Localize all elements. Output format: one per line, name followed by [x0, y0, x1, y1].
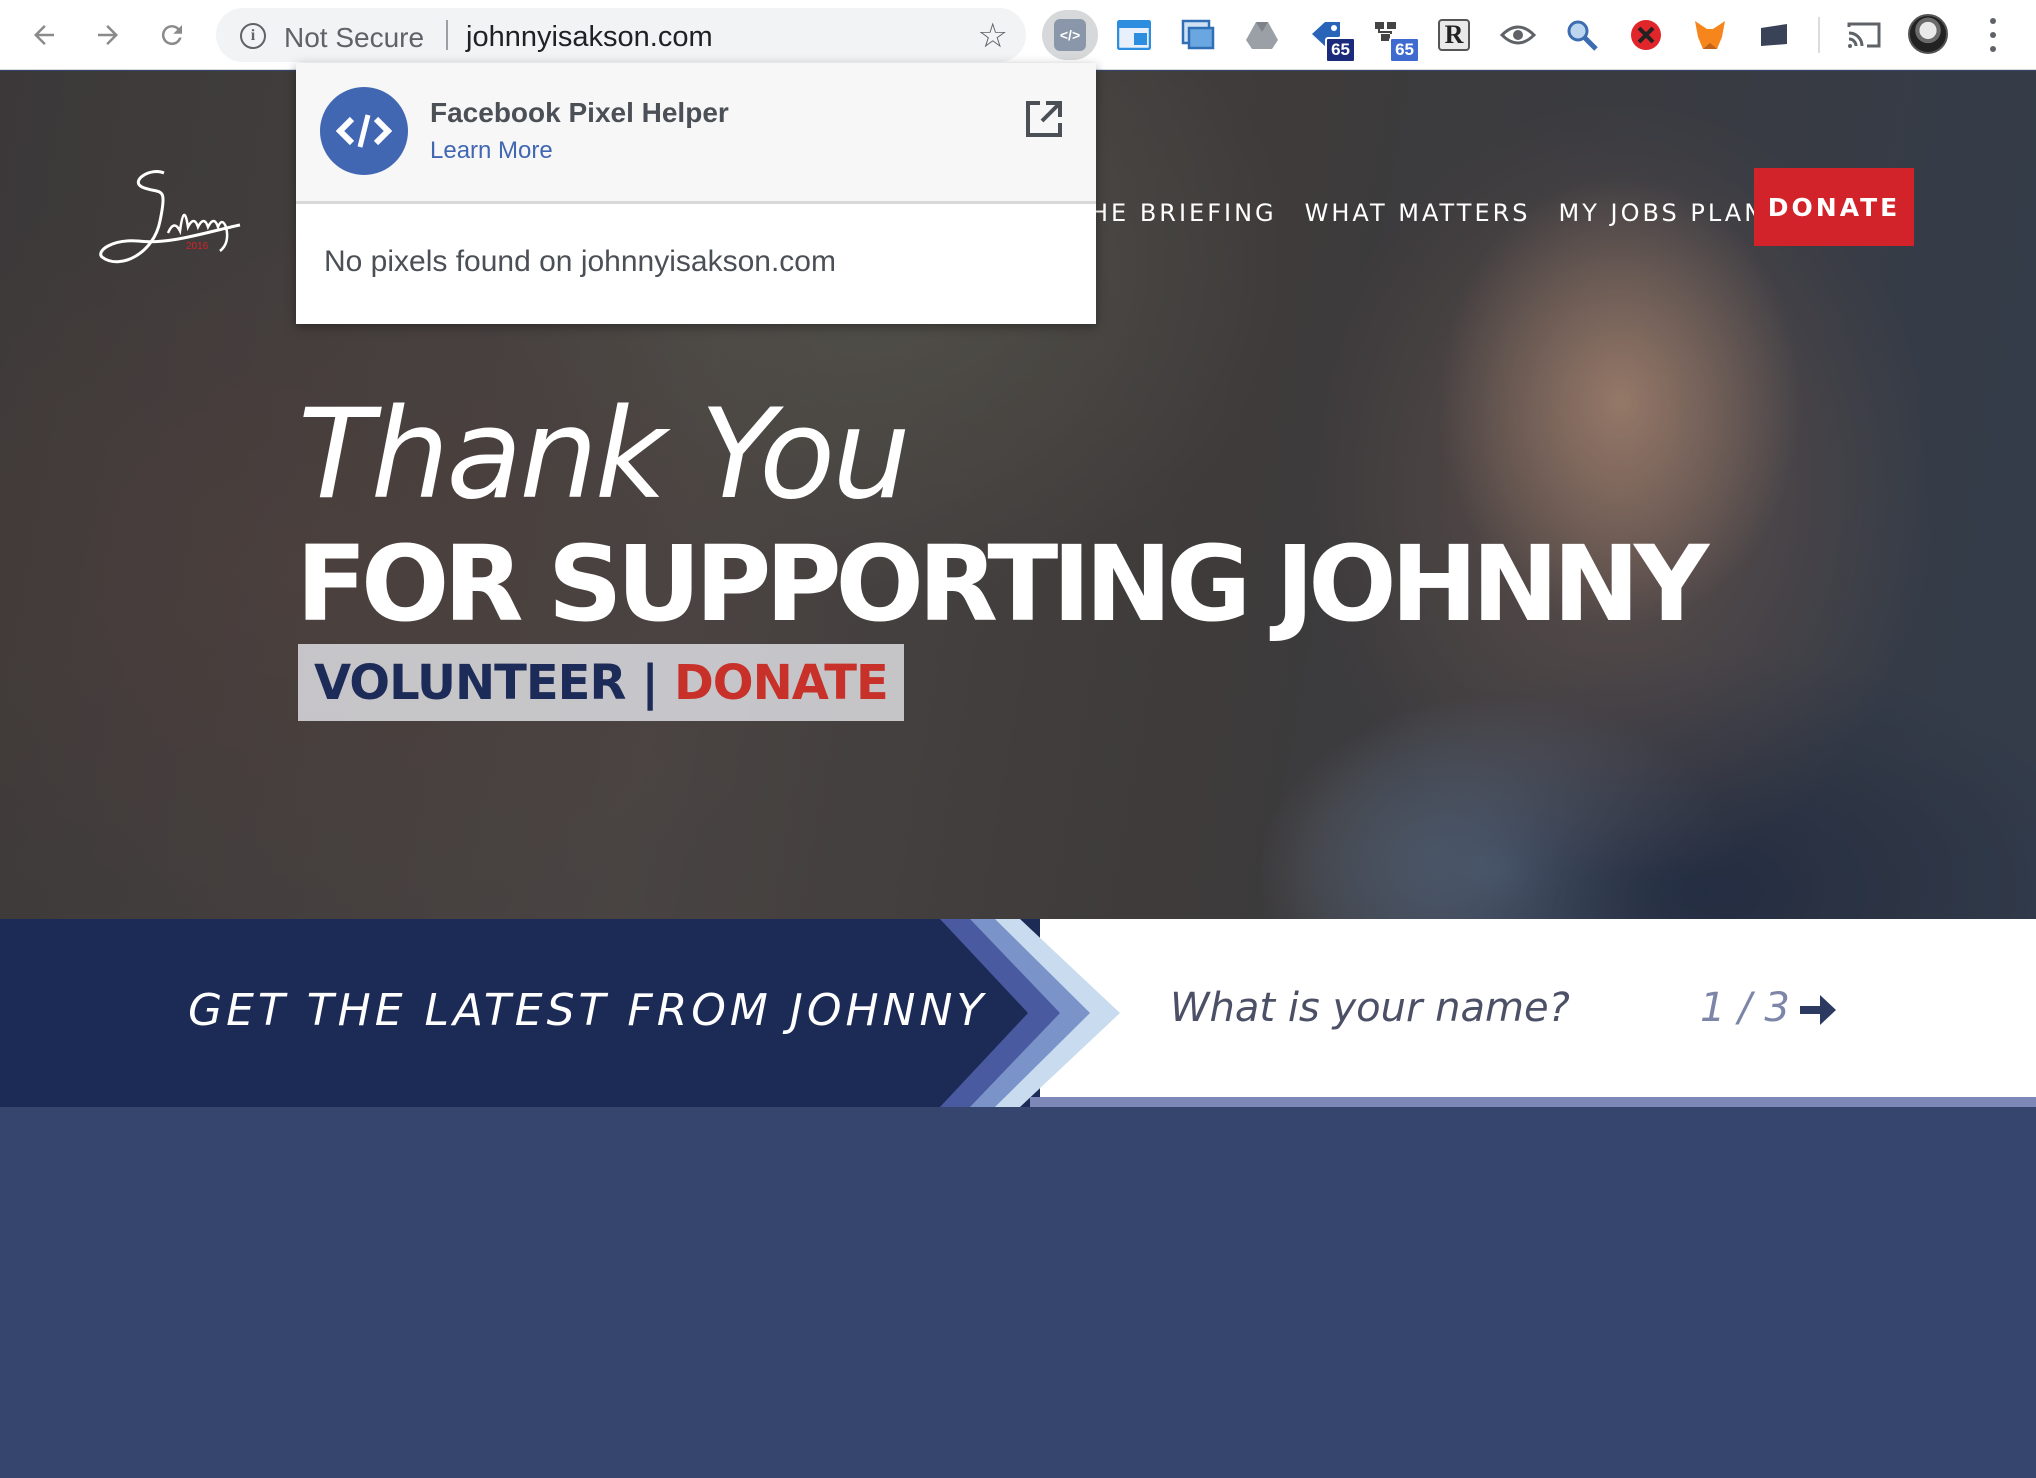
site-navigation: HE BRIEFING WHAT MATTERS MY JOBS PLAN: [1090, 199, 1765, 227]
bookmark-star-icon[interactable]: ☆: [978, 16, 1008, 56]
signup-title: GET THE LATEST FROM JOHNNY: [188, 985, 988, 1036]
back-button[interactable]: [24, 15, 64, 55]
drive-icon[interactable]: [1242, 15, 1282, 55]
lower-section: [0, 1107, 2036, 1478]
back-arrow-icon: [34, 25, 54, 45]
sitemap-icon[interactable]: 65: [1370, 15, 1420, 63]
blocker-icon[interactable]: [1626, 15, 1666, 55]
cta-separator: |: [641, 654, 659, 711]
popup-header: Facebook Pixel Helper Learn More: [296, 63, 1096, 204]
browser-menu-icon[interactable]: [1978, 14, 2008, 56]
facebook-pixel-helper-icon[interactable]: </>: [1050, 15, 1090, 55]
donate-button[interactable]: DONATE: [1754, 168, 1914, 246]
toolbar-separator: [1818, 17, 1820, 53]
signup-underline: [1030, 1097, 2036, 1107]
reload-icon: [161, 25, 182, 46]
fox-icon[interactable]: [1690, 15, 1730, 55]
info-icon[interactable]: i: [240, 23, 266, 49]
reload-button[interactable]: [152, 15, 192, 55]
signup-band: GET THE LATEST FROM JOHNNY 1 / 3: [0, 919, 2036, 1107]
popup-title: Facebook Pixel Helper: [430, 97, 729, 128]
address-bar[interactable]: i Not Secure johnnyisakson.com ☆: [216, 8, 1026, 62]
open-external-icon[interactable]: [1024, 99, 1064, 139]
security-label[interactable]: Not Secure: [284, 22, 424, 54]
hero-cta-box: VOLUNTEER | DONATE: [298, 644, 904, 721]
nav-what-matters[interactable]: WHAT MATTERS: [1305, 199, 1531, 227]
nav-the-briefing[interactable]: HE BRIEFING: [1090, 199, 1277, 227]
forward-button[interactable]: [88, 15, 128, 55]
magnifier-icon[interactable]: [1562, 15, 1602, 55]
pixel-helper-popup: Facebook Pixel Helper Learn More No pixe…: [296, 63, 1096, 324]
learn-more-link[interactable]: Learn More: [430, 137, 553, 165]
cast-icon[interactable]: [1844, 15, 1884, 55]
url-text[interactable]: johnnyisakson.com: [466, 21, 713, 54]
browser-toolbar: i Not Secure johnnyisakson.com ☆ </> 65 …: [0, 0, 2036, 70]
step-indicator: 1 / 3: [1700, 985, 1790, 1031]
eye-icon[interactable]: [1498, 15, 1538, 55]
no-pixels-message: No pixels found on johnnyisakson.com: [324, 245, 836, 278]
sitemap-badge: 65: [1389, 37, 1420, 63]
name-input[interactable]: [1170, 985, 1650, 1031]
hero-headline: FOR SUPPORTING JOHNNY: [296, 523, 1709, 645]
card-icon[interactable]: [1754, 15, 1794, 55]
next-arrow-icon[interactable]: [1796, 989, 1838, 1031]
omnibox-divider: [446, 20, 448, 50]
tag-badge: 65: [1325, 37, 1356, 63]
tag-icon[interactable]: 65: [1306, 15, 1356, 63]
johnny-signature-logo[interactable]: 2016: [90, 161, 280, 281]
hero-thank-you: Thank You: [298, 383, 911, 527]
r-icon[interactable]: R: [1434, 15, 1474, 55]
profile-avatar[interactable]: [1908, 14, 1948, 54]
pixel-helper-logo-icon: [320, 87, 408, 175]
forward-arrow-icon: [98, 25, 118, 45]
nav-my-jobs-plan[interactable]: MY JOBS PLAN: [1559, 199, 1766, 227]
screenshot-icon[interactable]: [1178, 15, 1218, 55]
volunteer-link[interactable]: VOLUNTEER: [314, 655, 626, 711]
window-icon[interactable]: [1114, 15, 1154, 55]
hero-donate-link[interactable]: DONATE: [674, 655, 889, 711]
logo-small-text: 2016: [186, 241, 209, 252]
